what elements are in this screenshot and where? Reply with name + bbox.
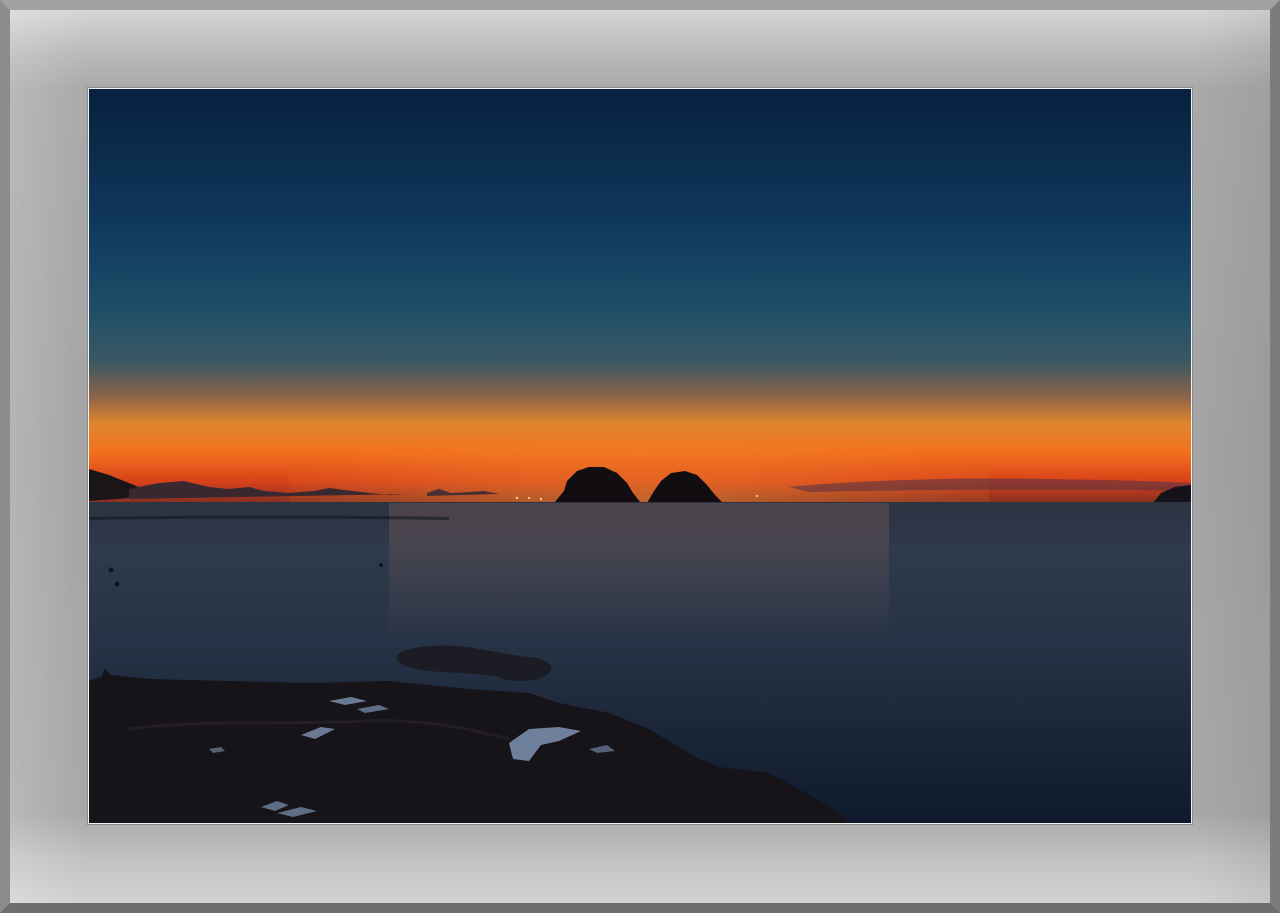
photo	[88, 88, 1192, 824]
sea-reflection	[389, 503, 889, 643]
sunset-seascape-image	[89, 89, 1191, 823]
